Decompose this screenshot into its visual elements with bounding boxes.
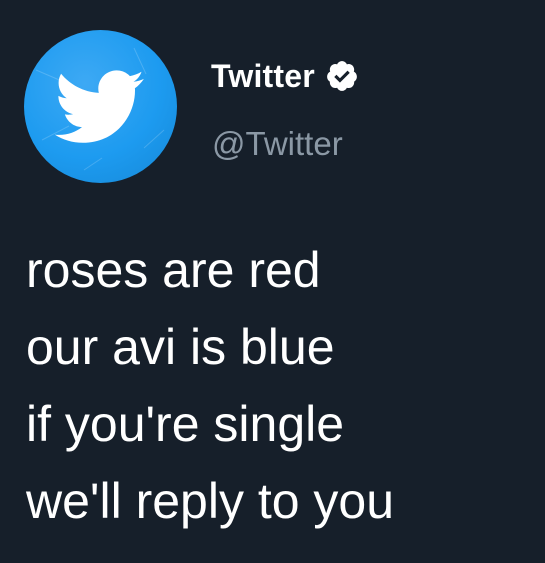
name-row: Twitter xyxy=(211,54,359,98)
display-name[interactable]: Twitter xyxy=(211,56,315,96)
twitter-bird-icon xyxy=(35,47,165,171)
tweet-card: Twitter @Twitter roses are red our avi i… xyxy=(0,0,545,563)
verified-badge-icon xyxy=(327,61,357,91)
tweet-line: roses are red xyxy=(26,242,321,298)
avatar[interactable] xyxy=(24,30,177,183)
tweet-text: roses are red our avi is blue if you're … xyxy=(26,232,526,540)
tweet-line: our avi is blue xyxy=(26,319,335,375)
tweet-line: we'll reply to you xyxy=(26,473,395,529)
tweet-line: if you're single xyxy=(26,396,345,452)
username-handle[interactable]: @Twitter xyxy=(212,124,343,164)
tweet-header: Twitter @Twitter xyxy=(24,29,521,183)
